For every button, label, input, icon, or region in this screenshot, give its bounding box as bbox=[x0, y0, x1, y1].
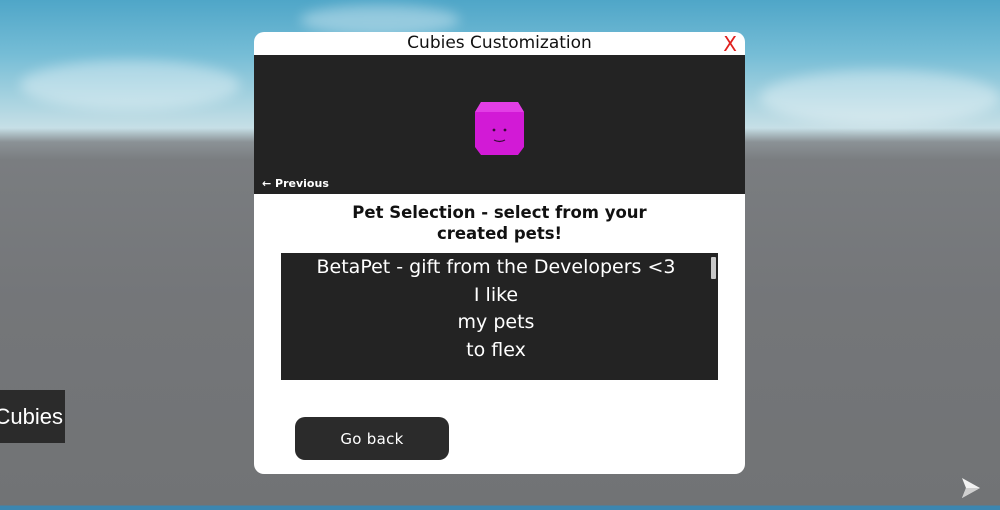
sky-cloud bbox=[760, 70, 1000, 125]
pet-selection-list[interactable]: BetaPet - gift from the Developers <3 I … bbox=[281, 253, 718, 380]
go-back-button[interactable]: Go back bbox=[295, 417, 449, 460]
go-back-label: Go back bbox=[340, 429, 404, 448]
roblox-logo-icon bbox=[962, 478, 980, 498]
sky-cloud bbox=[300, 5, 460, 35]
pet-selection-heading: Pet Selection - select from your created… bbox=[352, 203, 647, 243]
pet-list-item[interactable]: I like bbox=[281, 282, 711, 310]
sky-cloud bbox=[20, 60, 240, 110]
pet-preview-viewport: ← Previous bbox=[254, 55, 745, 194]
close-button[interactable]: X bbox=[723, 33, 737, 55]
dialog-title: Cubies Customization bbox=[407, 33, 592, 53]
pet-list-item[interactable]: to flex bbox=[281, 337, 711, 365]
list-scrollbar[interactable] bbox=[711, 257, 716, 279]
pet-list-item[interactable]: BetaPet - gift from the Developers <3 bbox=[281, 253, 711, 282]
magenta-cube-pet-icon bbox=[475, 102, 524, 155]
previous-button[interactable]: ← Previous bbox=[262, 177, 329, 190]
cubies-menu-label: Cubies bbox=[0, 403, 63, 429]
cubies-customization-dialog: Cubies Customization X ← Previous Pet Se… bbox=[254, 32, 745, 474]
cubies-menu-button[interactable]: Cubies bbox=[0, 390, 65, 443]
pet-list-item[interactable]: my pets bbox=[281, 309, 711, 337]
